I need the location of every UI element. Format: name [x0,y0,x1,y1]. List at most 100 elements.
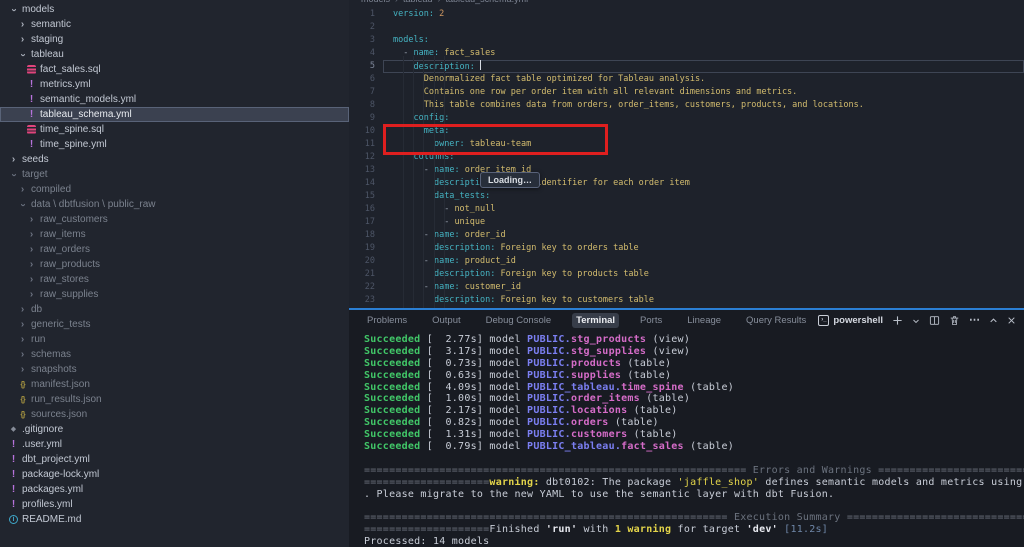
json-file-icon: {} [20,396,24,404]
code-line[interactable]: 7 Contains one row per order item with a… [349,86,1024,99]
tree-item-label: time_spine.yml [40,139,107,150]
code-line[interactable]: 17 - unique [349,216,1024,229]
tree-item-schemas[interactable]: ›schemas [0,347,349,362]
chevron-right-icon: › [21,35,24,45]
code-line[interactable]: 14 description: Unique identifier for ea… [349,177,1024,190]
launch-profile-button[interactable] [912,317,920,325]
tree-item-sources.json[interactable]: {}sources.json [0,407,349,422]
terminal-token: Succeeded [364,417,420,428]
tree-item-run[interactable]: ›run [0,332,349,347]
code-line[interactable]: 20 - name: product_id [349,255,1024,268]
tree-item-tableau_schema.yml[interactable]: !tableau_schema.yml [0,107,349,122]
tree-item-label: semantic_models.yml [40,94,136,105]
tree-item-packages.yml[interactable]: !packages.yml [0,482,349,497]
code-line[interactable]: 3models: [349,34,1024,47]
code-line-text: - name: order_id [383,229,1024,242]
split-terminal-button[interactable] [929,315,940,326]
editor-pane[interactable]: models›tableau›tableau_schema.yml 1versi… [349,0,1024,308]
tree-item-label: tableau [31,49,64,60]
tree-item-run_results.json[interactable]: {}run_results.json [0,392,349,407]
code-line[interactable]: 2 [349,21,1024,34]
panel-tab-ports[interactable]: Ports [636,313,666,328]
code-line[interactable]: 1version: 2 [349,8,1024,21]
code-line[interactable]: 16 - not_null [349,203,1024,216]
kill-terminal-button[interactable] [949,315,960,326]
code-token: product_id [465,256,516,266]
terminal-token: customers [571,429,627,440]
tree-item-metrics.yml[interactable]: !metrics.yml [0,77,349,92]
code-line-text: Denormalized fact table optimized for Ta… [383,73,1024,86]
tree-item-profiles.yml[interactable]: !profiles.yml [0,497,349,512]
tree-item-compiled[interactable]: ›compiled [0,182,349,197]
tree-item-manifest.json[interactable]: {}manifest.json [0,377,349,392]
tree-item-raw_orders[interactable]: ›raw_orders [0,242,349,257]
terminal-token: warning: [489,477,539,488]
tree-item-fact_sales.sql[interactable]: fact_sales.sql [0,62,349,77]
code-token [393,217,444,227]
terminal-line: Succeeded [ 0.79s] model PUBLIC_tableau.… [364,441,1024,453]
code-line-text: models: [383,34,1024,47]
tree-item-.gitignore[interactable]: ◆.gitignore [0,422,349,437]
code-line[interactable]: 8 This table combines data from orders, … [349,99,1024,112]
terminal-token: time_spine [621,382,684,393]
line-number: 14 [349,177,383,190]
terminal-shell-selector[interactable]: ›_ powershell [818,315,883,326]
tree-item-package-lock.yml[interactable]: !package-lock.yml [0,467,349,482]
tree-item-semantic[interactable]: ›semantic [0,17,349,32]
breadcrumb-item[interactable]: tableau [403,0,433,4]
new-terminal-button[interactable] [892,315,903,326]
line-number: 23 [349,294,383,307]
code-line[interactable]: 21 description: Foreign key to products … [349,268,1024,281]
tree-item-models[interactable]: ›models [0,2,349,17]
terminal-line: Succeeded [ 1.31s] model PUBLIC.customer… [364,429,1024,441]
code-token: models: [393,35,429,45]
tree-item-time_spine.sql[interactable]: time_spine.sql [0,122,349,137]
terminal-token: [ 0.73s] model [420,358,527,369]
tree-item-raw_products[interactable]: ›raw_products [0,257,349,272]
tree-item-raw_items[interactable]: ›raw_items [0,227,349,242]
close-panel-button[interactable] [1007,316,1016,325]
panel-tab-output[interactable]: Output [428,313,465,328]
tree-item-db[interactable]: ›db [0,302,349,317]
maximize-panel-button[interactable] [989,316,998,325]
tree-item-tableau[interactable]: ›tableau [0,47,349,62]
code-line[interactable]: 4 - name: fact_sales [349,47,1024,60]
tree-item-semantic_models.yml[interactable]: !semantic_models.yml [0,92,349,107]
code-line[interactable]: 23 description: Foreign key to customers… [349,294,1024,307]
tree-item-raw_stores[interactable]: ›raw_stores [0,272,349,287]
terminal-token: [ 2.77s] model [420,334,527,345]
tree-item-generic_tests[interactable]: ›generic_tests [0,317,349,332]
panel-tab-terminal[interactable]: Terminal [572,313,619,328]
tree-item-snapshots[interactable]: ›snapshots [0,362,349,377]
code-line[interactable]: 22 - name: customer_id [349,281,1024,294]
tree-item-time_spine.yml[interactable]: !time_spine.yml [0,137,349,152]
code-token [393,256,424,266]
tree-item-seeds[interactable]: ›seeds [0,152,349,167]
tree-item-raw_customers[interactable]: ›raw_customers [0,212,349,227]
code-line[interactable]: 15 data_tests: [349,190,1024,203]
code-area[interactable]: 1version: 223models:4 - name: fact_sales… [349,8,1024,307]
tree-item-target[interactable]: ›target [0,167,349,182]
breadcrumb-item[interactable]: models [361,0,390,4]
panel-tab-query-results[interactable]: Query Results [742,313,810,328]
code-line[interactable]: 19 description: Foreign key to orders ta… [349,242,1024,255]
code-line[interactable]: 13 - name: order_item_id [349,164,1024,177]
tree-item-staging[interactable]: ›staging [0,32,349,47]
line-number: 20 [349,255,383,268]
code-line[interactable]: 18 - name: order_id [349,229,1024,242]
tree-item-data-dbtfusion-public_raw[interactable]: ›data \ dbtfusion \ public_raw [0,197,349,212]
code-line[interactable]: 6 Denormalized fact table optimized for … [349,73,1024,86]
breadcrumb-item[interactable]: tableau_schema.yml [446,0,529,4]
code-line[interactable]: 5 description: [349,60,1024,73]
chevron-right-icon: › [30,275,33,285]
panel-tab-lineage[interactable]: Lineage [683,313,725,328]
panel-tabs: Problems Output Debug Console Terminal Ports… [363,313,810,328]
panel-tab-problems[interactable]: Problems [363,313,411,328]
tree-item-.user.yml[interactable]: !.user.yml [0,437,349,452]
tree-item-readme.md[interactable]: iREADME.md [0,512,349,527]
terminal-output[interactable]: Succeeded [ 2.77s] model PUBLIC.stg_prod… [349,331,1024,547]
tree-item-raw_supplies[interactable]: ›raw_supplies [0,287,349,302]
panel-tab-debug-console[interactable]: Debug Console [482,313,556,328]
tree-item-dbt_project.yml[interactable]: !dbt_project.yml [0,452,349,467]
more-actions-button[interactable]: ⋯ [969,315,980,326]
